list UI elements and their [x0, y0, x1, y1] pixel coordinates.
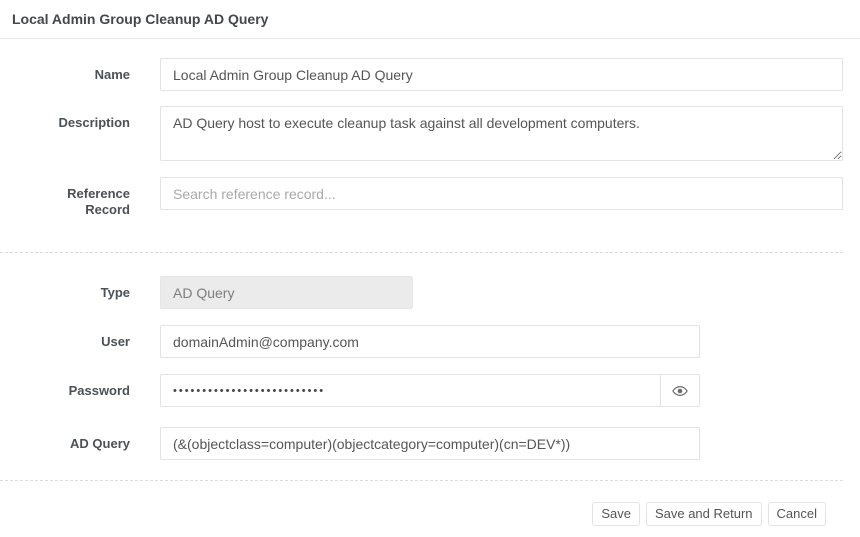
page-title: Local Admin Group Cleanup AD Query [12, 11, 848, 28]
user-input[interactable] [160, 325, 700, 358]
reference-record-row: Reference Record [0, 177, 843, 218]
ad-query-label: AD Query [0, 427, 130, 452]
description-textarea[interactable]: AD Query host to execute cleanup task ag… [160, 106, 843, 161]
password-input-group [160, 374, 700, 407]
section-divider [0, 252, 843, 253]
name-row: Name [0, 58, 843, 91]
type-row: Type [0, 276, 843, 309]
footer-actions: Save Save and Return Cancel [0, 502, 843, 526]
reference-record-label: Reference Record [0, 177, 130, 218]
record-form: Name Description AD Query host to execut… [0, 39, 860, 526]
save-button[interactable]: Save [592, 502, 640, 526]
password-label: Password [0, 374, 130, 399]
name-label: Name [0, 58, 130, 83]
user-row: User [0, 325, 843, 358]
description-label: Description [0, 106, 130, 131]
description-row: Description AD Query host to execute cle… [0, 106, 843, 161]
eye-icon [672, 383, 688, 399]
type-label: Type [0, 276, 130, 301]
password-row: Password [0, 374, 843, 407]
name-input[interactable] [160, 58, 843, 91]
save-and-return-button[interactable]: Save and Return [646, 502, 762, 526]
password-input[interactable] [160, 374, 661, 407]
ad-query-input[interactable] [160, 427, 700, 460]
type-input [160, 276, 413, 309]
ad-query-row: AD Query [0, 427, 843, 460]
reference-record-search-input[interactable] [160, 177, 843, 210]
footer-divider [0, 480, 843, 481]
cancel-button[interactable]: Cancel [768, 502, 826, 526]
show-password-button[interactable] [660, 374, 700, 407]
page-header: Local Admin Group Cleanup AD Query [0, 0, 860, 39]
user-label: User [0, 325, 130, 350]
